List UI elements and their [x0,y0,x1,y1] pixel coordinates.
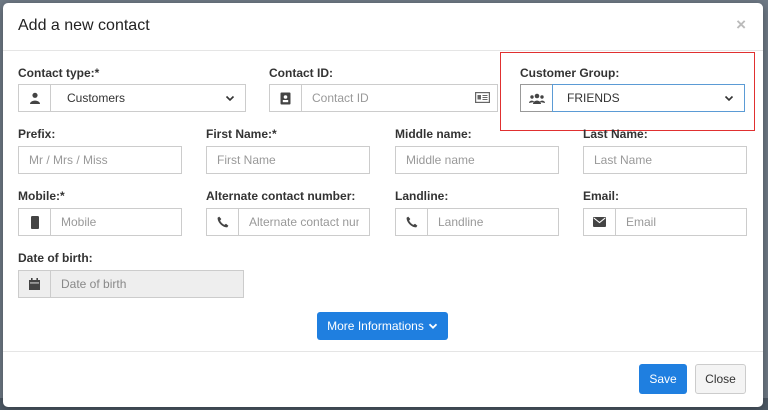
chevron-down-icon [724,95,734,102]
contact-type-label: Contact type:* [18,66,100,80]
prefix-input[interactable] [18,146,182,174]
users-icon [520,84,552,112]
customer-group-label: Customer Group: [520,66,620,80]
contact-id-input[interactable] [301,84,498,112]
id-card-icon [475,92,490,103]
contact-id-label: Contact ID: [269,66,333,80]
alternate-contact-label: Alternate contact number: [206,189,356,203]
landline-label: Landline: [395,189,449,203]
dob-group [18,270,244,298]
more-informations-label: More Informations [327,319,424,333]
mobile-label: Mobile:* [18,189,65,203]
modal-header: Add a new contact × [3,3,763,51]
chevron-down-icon [225,95,235,102]
dob-input[interactable] [50,270,244,298]
calendar-icon [18,270,50,298]
customer-group-group: FRIENDS [520,84,745,112]
first-name-label: First Name:* [206,127,277,141]
close-button[interactable]: Close [695,364,746,394]
modal-title: Add a new contact [18,17,150,34]
contact-type-value: Customers [67,91,126,105]
save-button[interactable]: Save [639,364,687,394]
last-name-input[interactable] [583,146,747,174]
close-icon[interactable]: × [736,15,746,35]
mobile-input[interactable] [50,208,182,236]
dob-label: Date of birth: [18,251,93,265]
alternate-contact-input[interactable] [238,208,370,236]
mobile-icon [18,208,50,236]
envelope-icon [583,208,615,236]
chevron-down-icon [428,323,437,329]
phone-icon [206,208,238,236]
contact-type-group: Customers [18,84,246,112]
middle-name-label: Middle name: [395,127,472,141]
first-name-input[interactable] [206,146,370,174]
contact-id-group [269,84,498,112]
last-name-label: Last Name: [583,127,648,141]
landline-group [395,208,559,236]
user-icon [18,84,50,112]
landline-input[interactable] [427,208,559,236]
footer-divider [3,351,763,352]
contact-type-select[interactable]: Customers [50,84,246,112]
prefix-label: Prefix: [18,127,56,141]
alternate-contact-group [206,208,370,236]
id-badge-icon [269,84,301,112]
more-informations-button[interactable]: More Informations [317,312,448,340]
add-contact-modal: Add a new contact × Contact type:* Custo… [3,3,763,407]
customer-group-value: FRIENDS [567,91,620,105]
email-input[interactable] [615,208,747,236]
mobile-group [18,208,182,236]
email-label: Email: [583,189,620,203]
email-group [583,208,747,236]
middle-name-input[interactable] [395,146,559,174]
phone-icon [395,208,427,236]
customer-group-select[interactable]: FRIENDS [552,84,745,112]
